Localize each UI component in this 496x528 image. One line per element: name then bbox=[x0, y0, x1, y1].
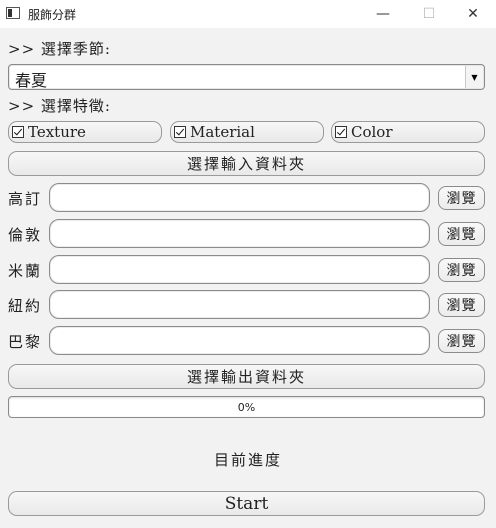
new-york-browse-button[interactable]: 瀏覽 bbox=[438, 293, 485, 317]
season-selected-value: 春夏 bbox=[15, 71, 48, 90]
color-checkbox[interactable]: Color bbox=[331, 121, 485, 143]
color-checkbox-label: Color bbox=[351, 123, 393, 141]
material-checkbox-label: Material bbox=[190, 123, 255, 141]
milan-browse-button[interactable]: 瀏覽 bbox=[438, 258, 485, 282]
progress-percentage: 0% bbox=[237, 400, 256, 414]
paris-browse-button[interactable]: 瀏覽 bbox=[438, 329, 485, 353]
london-path-input[interactable] bbox=[49, 219, 430, 248]
haute-couture-browse-button[interactable]: 瀏覽 bbox=[438, 186, 485, 210]
title-bar: 服飾分群 — ☐ ✕ bbox=[0, 0, 496, 28]
city-label-haute-couture: 高訂 bbox=[8, 190, 43, 208]
milan-path-input[interactable] bbox=[49, 255, 430, 284]
paris-path-input[interactable] bbox=[49, 326, 430, 355]
season-label: >> 選擇季節: bbox=[8, 40, 111, 58]
dropdown-arrow-icon[interactable]: ▼ bbox=[465, 66, 483, 88]
minimize-button[interactable]: — bbox=[360, 0, 406, 28]
texture-checkbox[interactable]: Texture bbox=[8, 121, 162, 143]
new-york-path-input[interactable] bbox=[49, 290, 430, 319]
haute-couture-path-input[interactable] bbox=[49, 183, 430, 212]
maximize-button: ☐ bbox=[422, 6, 436, 22]
select-input-folder-button[interactable]: 選擇輸入資料夾 bbox=[8, 151, 485, 176]
city-label-london: 倫敦 bbox=[8, 226, 43, 244]
progress-bar: 0% bbox=[8, 396, 485, 418]
checkbox-checked-icon[interactable] bbox=[12, 126, 24, 138]
material-checkbox[interactable]: Material bbox=[170, 121, 324, 143]
window-title: 服飾分群 bbox=[28, 8, 77, 22]
checkbox-checked-icon[interactable] bbox=[174, 126, 186, 138]
checkbox-checked-icon[interactable] bbox=[335, 126, 347, 138]
select-output-folder-button[interactable]: 選擇輸出資料夾 bbox=[8, 364, 485, 389]
city-label-milan: 米蘭 bbox=[8, 262, 43, 280]
texture-checkbox-label: Texture bbox=[28, 123, 86, 141]
features-label: >> 選擇特徵: bbox=[8, 97, 111, 115]
close-button[interactable]: ✕ bbox=[450, 0, 496, 28]
app-icon bbox=[6, 7, 20, 19]
city-label-new-york: 紐約 bbox=[8, 297, 43, 315]
season-select[interactable]: 春夏 ▼ bbox=[8, 64, 485, 90]
status-label: 目前進度 bbox=[213, 451, 282, 469]
london-browse-button[interactable]: 瀏覽 bbox=[438, 222, 485, 246]
city-label-paris: 巴黎 bbox=[8, 333, 43, 351]
start-button[interactable]: Start bbox=[8, 491, 485, 516]
